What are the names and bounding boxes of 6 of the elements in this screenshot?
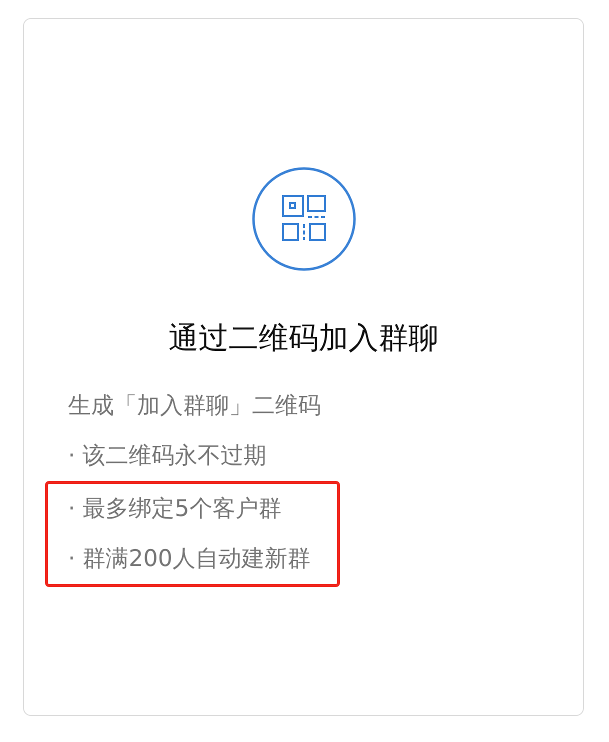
- feature-text: · 最多绑定5个客户群: [68, 495, 282, 524]
- card-title: 通过二维码加入群聊: [168, 320, 440, 358]
- feature-text: · 群满200人自动建新群: [68, 545, 311, 574]
- qr-code-icon: [252, 167, 356, 271]
- feature-text: · 该二维码永不过期: [68, 442, 267, 471]
- feature-text: 生成「加入群聊」二维码: [68, 392, 321, 421]
